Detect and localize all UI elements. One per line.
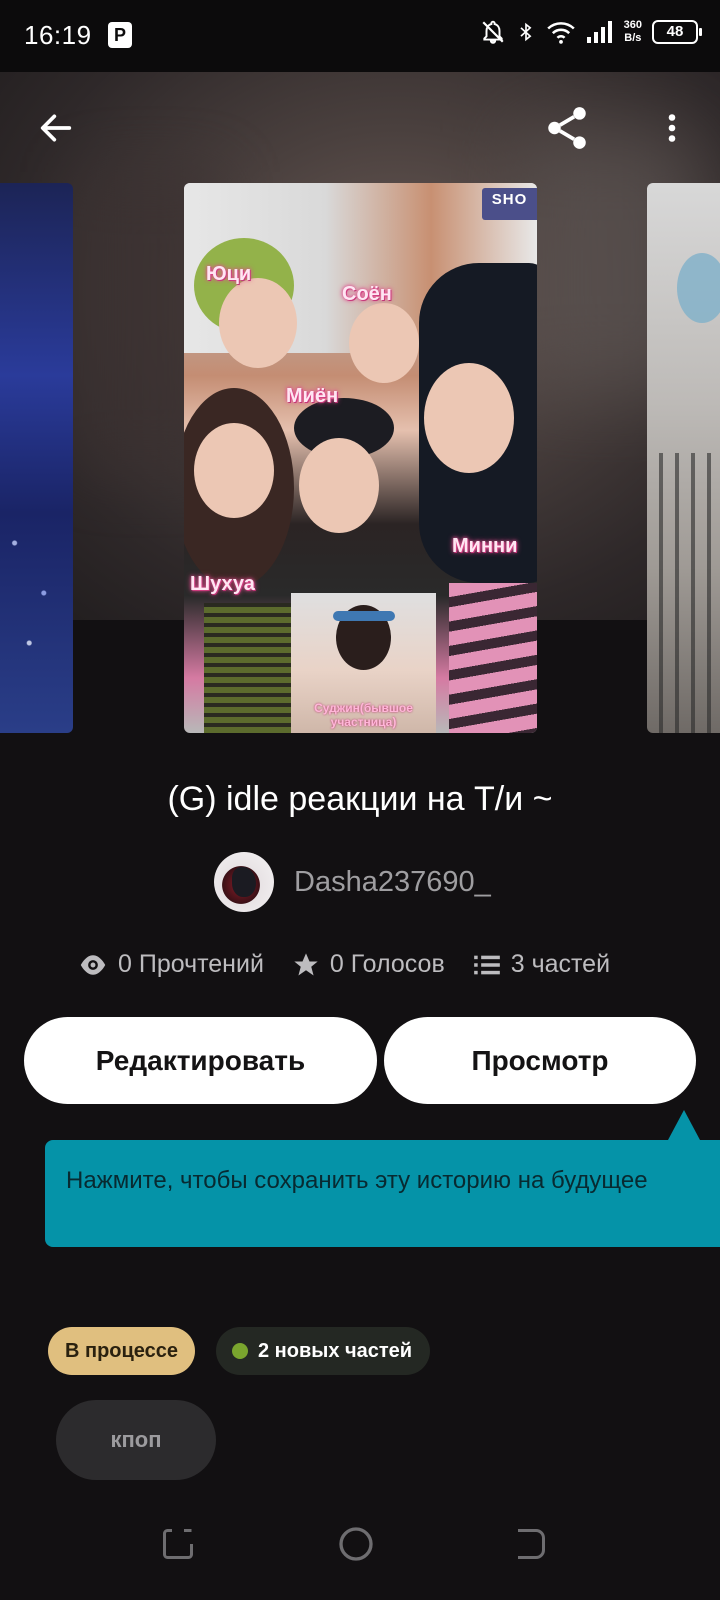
cover-label: Юци — [206, 263, 252, 285]
author-link[interactable]: Dasha237690_ — [214, 852, 491, 912]
eye-icon — [80, 954, 106, 975]
previous-story-cover[interactable] — [0, 183, 73, 733]
system-nav-bar — [0, 1520, 720, 1600]
reads-count: 0 Прочтений — [118, 950, 264, 978]
network-speed: 360 B/s — [624, 19, 642, 45]
star-icon — [294, 952, 318, 975]
battery-indicator: 48 — [652, 20, 702, 44]
status-icons: 360 B/s 48 — [480, 18, 702, 46]
parts-stat: 3 частей — [473, 950, 610, 979]
tooltip-arrow — [668, 1110, 700, 1140]
author-name[interactable]: Dasha237690_ — [294, 866, 491, 899]
status-time: 16:19 — [24, 20, 92, 50]
back-nav-icon[interactable] — [512, 1526, 548, 1562]
cover-label: Шухуа — [190, 573, 255, 595]
app-notification-icon: P — [108, 22, 132, 48]
parts-count: 3 частей — [510, 950, 611, 978]
status-bar: 16:19 P 360 B/s 48 — [0, 0, 720, 72]
votes-stat: 0 Голосов — [292, 950, 445, 979]
home-icon[interactable] — [336, 1524, 376, 1564]
avatar[interactable] — [214, 852, 274, 912]
signal-icon — [586, 21, 612, 43]
cover-show-badge: SHO — [482, 188, 537, 220]
network-speed-unit: B/s — [624, 32, 642, 44]
story-cover[interactable]: SHO Юци Соён Миён Минни Шухуа Суджин(быв… — [184, 183, 537, 733]
edit-button[interactable]: Редактировать — [24, 1017, 377, 1104]
next-story-cover[interactable] — [647, 183, 720, 733]
network-speed-value: 360 — [623, 19, 642, 31]
recent-apps-icon[interactable] — [160, 1526, 196, 1562]
story-title: (G) idle реакции на Т/и ~ — [167, 780, 553, 818]
list-icon — [473, 955, 500, 974]
view-button[interactable]: Просмотр — [384, 1017, 696, 1104]
cover-label: Минни — [452, 535, 518, 557]
notifications-off-icon — [482, 20, 504, 44]
cover-inset-photo: Суджин(бывшое участница) — [291, 593, 436, 733]
cover-inset-caption: Суджин(бывшое участница) — [314, 701, 413, 729]
genre-tag[interactable]: кпоп — [56, 1400, 216, 1480]
votes-count: 0 Голосов — [329, 950, 445, 978]
new-indicator-dot — [232, 1343, 248, 1359]
new-parts-badge: 2 новых частей — [216, 1327, 431, 1375]
story-stats: 0 Прочтений 0 Голосов 3 частей — [78, 950, 638, 979]
cover-label: Соён — [342, 283, 392, 305]
tooltip-text: Нажмите, чтобы сохранить эту историю на … — [66, 1167, 648, 1194]
reads-stat: 0 Прочтений — [78, 950, 264, 979]
wifi-icon — [546, 22, 575, 44]
bluetooth-icon — [520, 22, 532, 42]
arrow-left-icon[interactable] — [36, 108, 76, 148]
save-story-tooltip[interactable]: Нажмите, чтобы сохранить эту историю на … — [45, 1140, 720, 1247]
more-vertical-icon[interactable] — [654, 108, 690, 148]
status-badge: В процессе — [48, 1327, 196, 1375]
cover-label: Миён — [286, 385, 339, 407]
share-icon[interactable] — [542, 103, 592, 153]
new-parts-label: 2 новых частей — [258, 1340, 413, 1362]
